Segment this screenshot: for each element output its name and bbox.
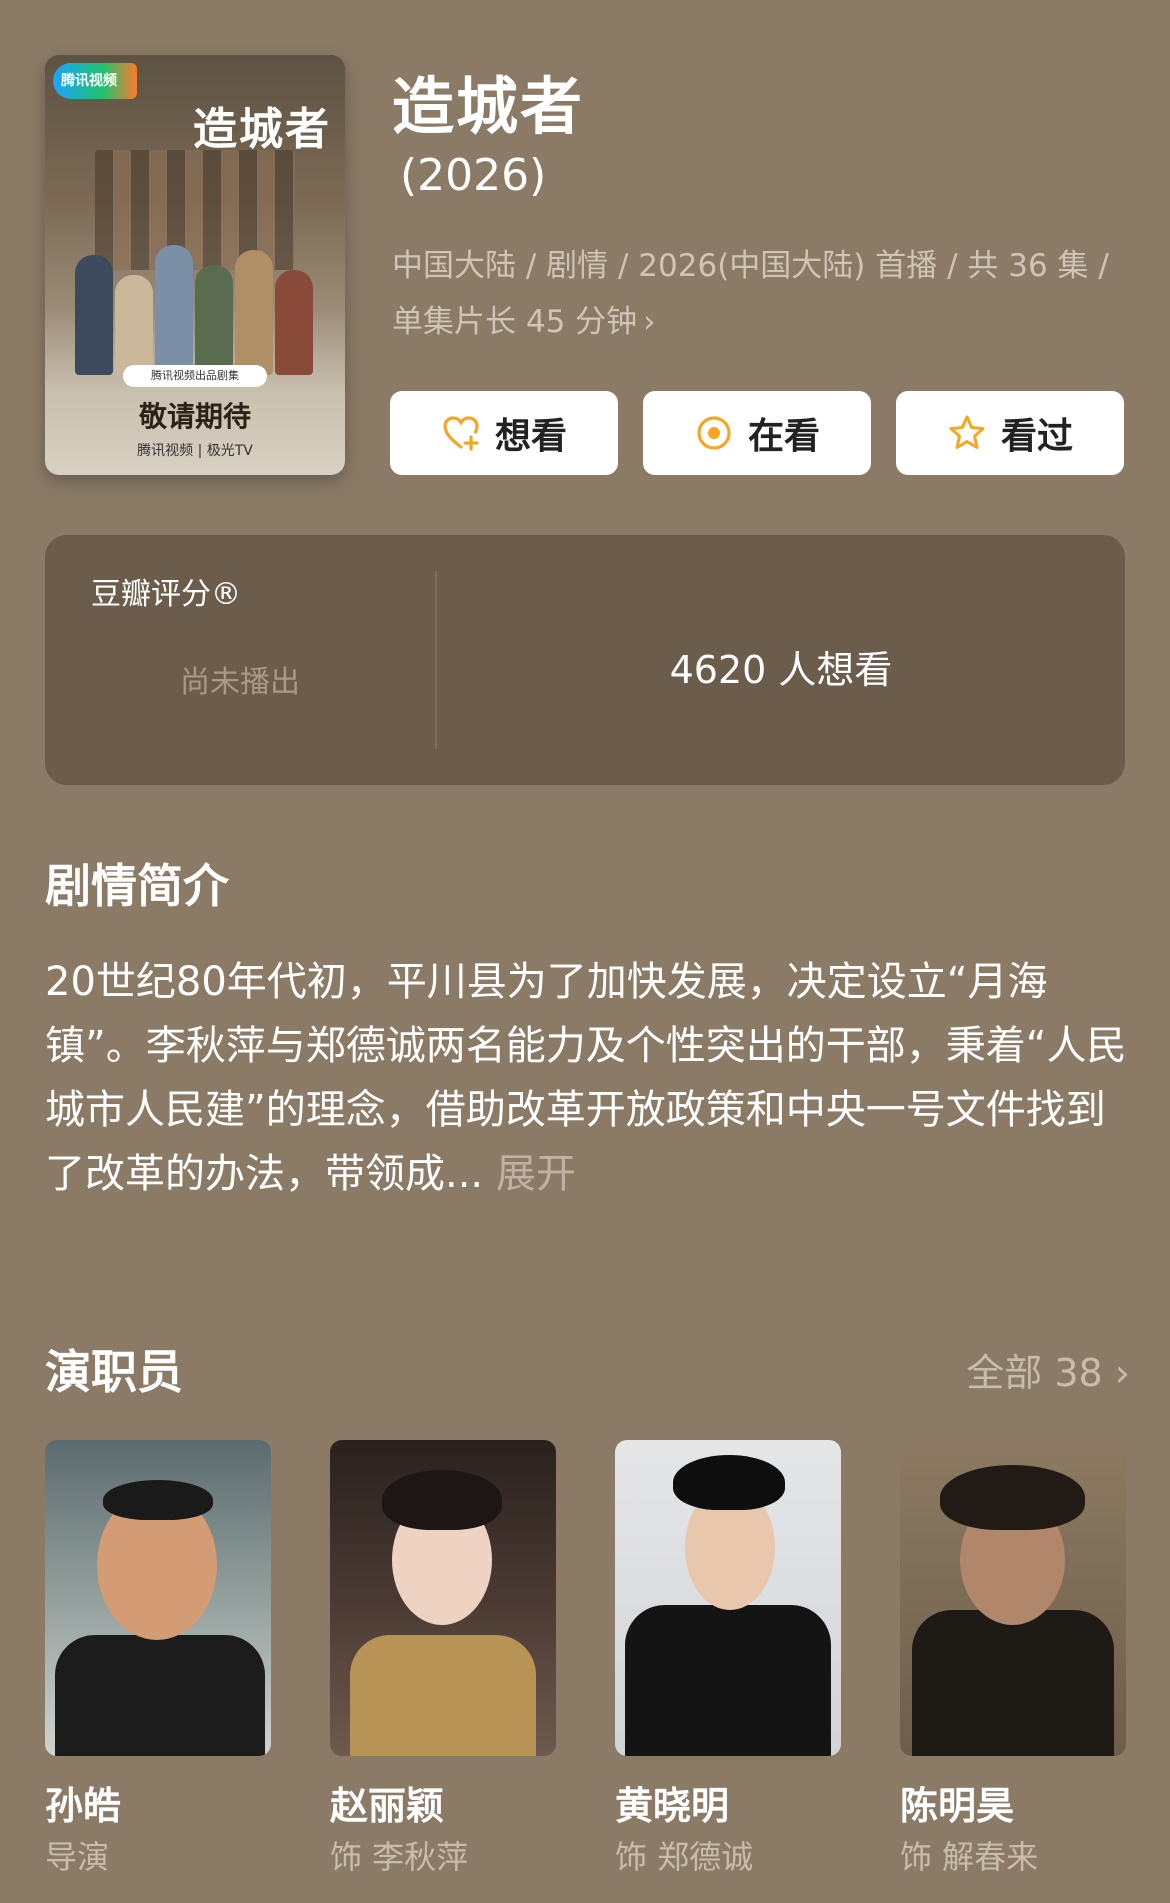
cast-photo	[330, 1440, 556, 1756]
show-title: 造城者	[392, 70, 585, 143]
cast-role: 导演	[45, 1838, 110, 1876]
cast-role: 饰 解春来	[900, 1838, 1039, 1876]
rating-status: 尚未播出	[180, 665, 300, 700]
chevron-right-icon: ›	[643, 304, 656, 340]
synopsis-text: 20世纪80年代初，平川县为了加快发展，决定设立“月海镇”。李秋萍与郑德诚两名能…	[45, 959, 1127, 1197]
watching-label: 在看	[747, 416, 820, 457]
cast-photo	[45, 1440, 271, 1756]
cast-role: 饰 李秋萍	[330, 1838, 469, 1876]
want-to-watch-label: 想看	[494, 416, 567, 457]
poster-badge: 腾讯视频出品剧集	[123, 365, 267, 387]
all-cast-link[interactable]: 全部 38 ›	[966, 1342, 1130, 1397]
cast-photo	[615, 1440, 841, 1756]
poster-tagline: 敬请期待	[138, 400, 251, 433]
want-count: 4620 人想看	[669, 648, 893, 692]
watching-button[interactable]: 在看	[643, 391, 871, 475]
poster-cast-image	[75, 225, 315, 375]
synopsis-text-block[interactable]: 20世纪80年代初，平川县为了加快发展，决定设立“月海镇”。李秋萍与郑德诚两名能…	[45, 950, 1135, 1206]
watched-button[interactable]: 看过	[896, 391, 1124, 475]
watched-label: 看过	[1000, 416, 1073, 457]
cast-name: 黄晓明	[615, 1784, 730, 1828]
show-year: (2026)	[400, 150, 547, 201]
show-meta-text: 中国大陆 / 剧情 / 2026(中国大陆) 首播 / 共 36 集 / 单集片…	[392, 248, 1109, 340]
star-icon	[949, 415, 985, 449]
expand-link[interactable]: 展开	[496, 1151, 576, 1197]
cast-card[interactable]: 黄晓明 饰 郑德诚	[615, 1440, 841, 1876]
cast-name: 陈明昊	[900, 1784, 1015, 1828]
show-poster[interactable]: 腾讯视频 造城者 腾讯视频出品剧集 敬请期待 腾讯视频 | 极光TV	[45, 55, 345, 475]
cast-heading: 演职员	[45, 1345, 183, 1399]
douban-rating-label: 豆瓣评分®	[91, 577, 241, 612]
poster-title: 造城者	[193, 104, 331, 155]
synopsis-heading: 剧情简介	[45, 859, 229, 913]
cast-name: 赵丽颖	[330, 1784, 445, 1828]
show-meta-link[interactable]: 中国大陆 / 剧情 / 2026(中国大陆) 首播 / 共 36 集 / 单集片…	[392, 238, 1132, 350]
cast-card[interactable]: 孙皓 导演	[45, 1440, 271, 1876]
cast-role: 饰 郑德诚	[615, 1838, 754, 1876]
want-to-watch-button[interactable]: 想看	[390, 391, 618, 475]
cast-name: 孙皓	[45, 1784, 122, 1828]
target-circle-icon	[697, 416, 731, 450]
cast-photo	[900, 1440, 1126, 1756]
poster-brands: 腾讯视频 | 极光TV	[137, 443, 253, 459]
cast-card[interactable]: 赵丽颖 饰 李秋萍	[330, 1440, 556, 1876]
tencent-video-logo: 腾讯视频	[53, 63, 137, 99]
heart-plus-icon	[443, 416, 479, 451]
cast-card[interactable]: 陈明昊 饰 解春来	[900, 1440, 1126, 1876]
rating-card[interactable]: 豆瓣评分® 尚未播出 4620 人想看	[45, 535, 1125, 785]
